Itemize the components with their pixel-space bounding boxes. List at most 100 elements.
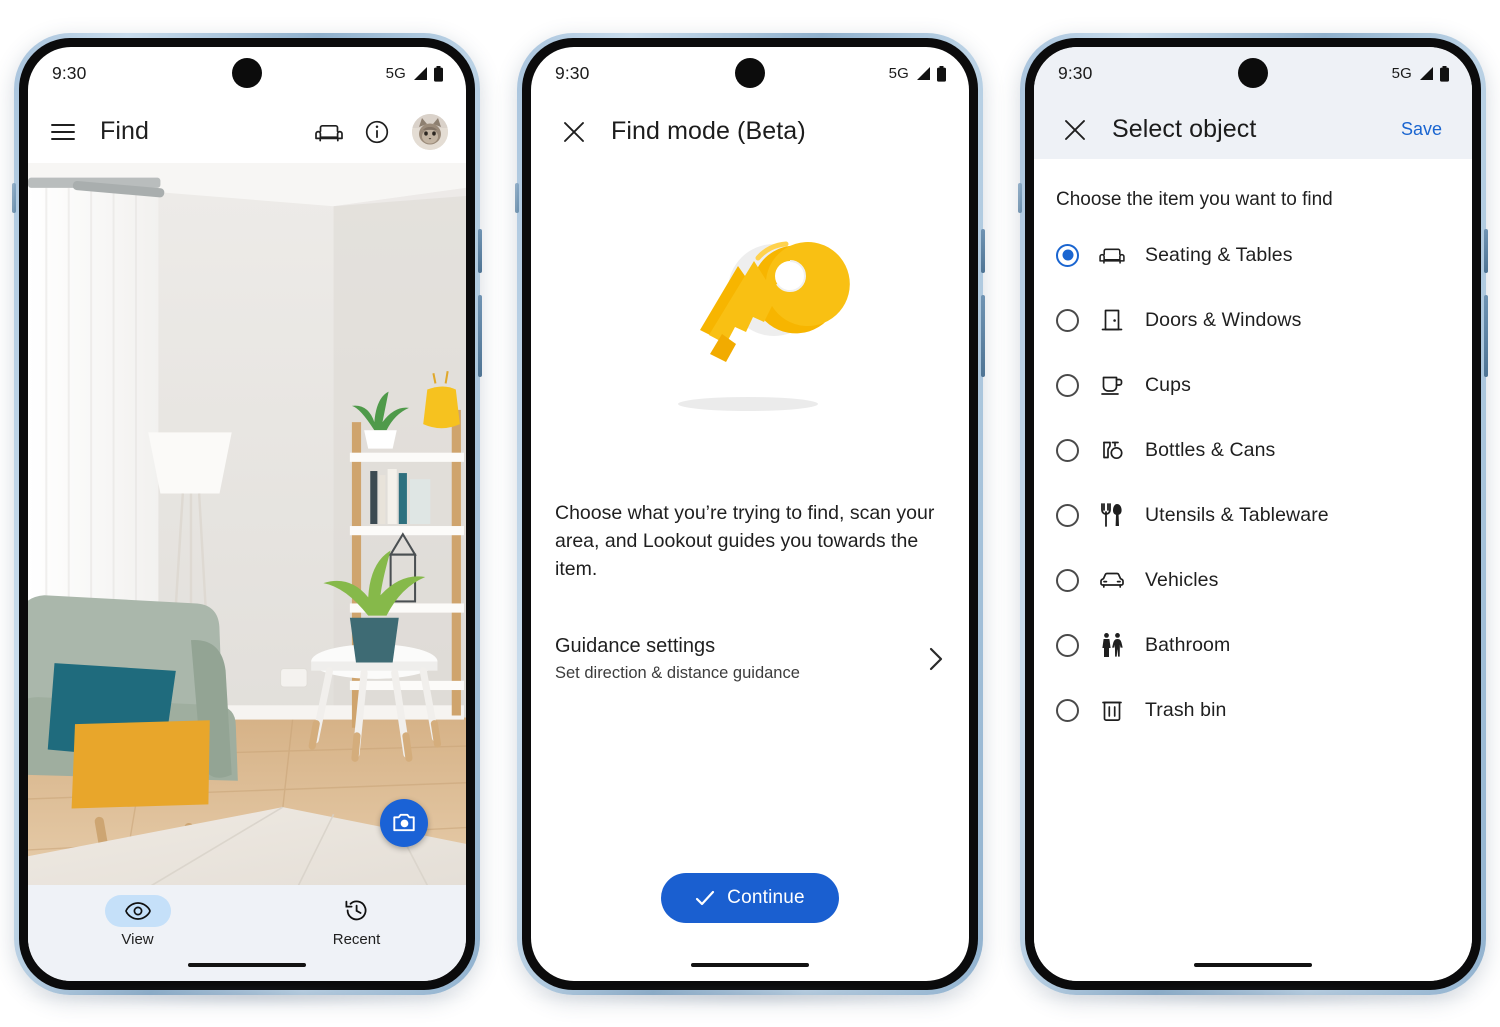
radio-trash-bin[interactable] <box>1056 698 1079 722</box>
three-phone-mockup: 9:30 5G Find View Recent 9:30 5G Find mo… <box>0 0 1500 1027</box>
phone1-status-bar: 9:30 5G <box>28 47 466 101</box>
guidance-settings-title: Guidance settings <box>555 634 716 657</box>
phone3-top-bar: Select object Save <box>1034 100 1472 159</box>
option-row-vehicles[interactable]: Vehicles <box>1034 548 1472 613</box>
phone2-volume-button[interactable] <box>981 294 985 377</box>
phone3-volume-button[interactable] <box>1484 294 1488 377</box>
phone1-volume-button[interactable] <box>478 294 482 377</box>
battery-full-icon <box>1439 65 1450 82</box>
phone3-status-bar: 9:30 5G <box>1034 46 1472 101</box>
option-row-utensils-tableware[interactable]: Utensils & Tableware <box>1034 483 1472 548</box>
status-right-cluster: 5G <box>1392 65 1450 82</box>
radio-utensils-tableware[interactable] <box>1056 503 1079 527</box>
camera-punch-hole <box>1238 57 1268 88</box>
page-title: Find <box>100 117 150 145</box>
camera-punch-hole <box>232 57 262 88</box>
phone1-screen: 9:30 5G Find View Recent <box>28 46 466 981</box>
phone2-bezel: 9:30 5G Find mode (Beta) Choose what you… <box>522 37 978 990</box>
battery-full-icon <box>936 65 947 82</box>
hamburger-menu-icon[interactable] <box>46 115 80 149</box>
camera-capture-button[interactable] <box>380 798 428 847</box>
nav-pill-view <box>104 894 171 927</box>
phone3-screen: 9:30 5G Select object Save Choose the it… <box>1034 46 1472 981</box>
phone1-app-bar: Find <box>28 100 466 163</box>
radio-doors-windows[interactable] <box>1056 308 1079 332</box>
guidance-settings-row[interactable]: Guidance settings Set direction & distan… <box>553 635 947 683</box>
phone-1-find-viewfinder: 9:30 5G Find View Recent <box>12 32 482 995</box>
car-icon <box>1099 567 1125 593</box>
nav-item-recent[interactable]: Recent <box>247 895 466 948</box>
phone1-bezel: 9:30 5G Find View Recent <box>19 37 475 990</box>
guidance-settings-subtitle: Set direction & distance guidance <box>555 663 800 682</box>
history-icon <box>345 900 367 921</box>
keys-illustration <box>553 163 947 493</box>
radio-bottles-cans[interactable] <box>1056 438 1079 462</box>
option-label: Bottles & Cans <box>1145 438 1276 461</box>
phone3-content: Choose the item you want to find Seating… <box>1034 158 1472 981</box>
bottle-can-icon <box>1099 437 1125 463</box>
option-row-bathroom[interactable]: Bathroom <box>1034 613 1472 678</box>
radio-vehicles[interactable] <box>1056 568 1079 592</box>
option-label: Bathroom <box>1145 633 1231 656</box>
phone-2-find-mode: 9:30 5G Find mode (Beta) Choose what you… <box>515 32 985 995</box>
signal-bars-icon <box>1417 66 1434 81</box>
status-right-cluster: 5G <box>386 65 444 82</box>
close-x-icon[interactable] <box>1058 113 1092 147</box>
option-row-bottles-cans[interactable]: Bottles & Cans <box>1034 418 1472 483</box>
sofa-icon[interactable] <box>312 115 346 149</box>
option-label: Utensils & Tableware <box>1145 503 1329 526</box>
phone3-power-button[interactable] <box>1484 228 1488 273</box>
continue-button-label: Continue <box>727 886 805 908</box>
gesture-home-bar[interactable] <box>691 962 809 967</box>
instruction-text: Choose the item you want to find <box>1056 188 1333 210</box>
gesture-home-bar[interactable] <box>188 962 306 967</box>
option-label: Cups <box>1145 373 1191 396</box>
status-time: 9:30 <box>555 63 590 83</box>
option-row-doors-windows[interactable]: Doors & Windows <box>1034 288 1472 353</box>
guidance-settings-text: Guidance settings Set direction & distan… <box>555 635 927 683</box>
nav-label-view: View <box>121 930 154 948</box>
status-right-cluster: 5G <box>889 65 947 82</box>
phone2-content: Choose what you’re trying to find, scan … <box>531 163 969 861</box>
phone2-left-button[interactable] <box>515 182 519 213</box>
radio-bathroom[interactable] <box>1056 633 1079 657</box>
check-icon <box>695 890 715 906</box>
phone1-left-button[interactable] <box>12 182 16 213</box>
option-label: Trash bin <box>1145 698 1227 721</box>
camera-punch-hole <box>735 57 765 88</box>
phone3-bezel: 9:30 5G Select object Save Choose the it… <box>1025 37 1481 990</box>
nav-item-view[interactable]: View <box>28 894 247 948</box>
phone2-top-bar: Find mode (Beta) <box>531 100 969 163</box>
option-label: Vehicles <box>1145 568 1219 591</box>
option-row-seating-tables[interactable]: Seating & Tables <box>1034 223 1472 288</box>
camera-viewfinder[interactable] <box>28 162 466 885</box>
nav-pill-recent <box>324 895 390 927</box>
door-icon <box>1099 307 1125 333</box>
info-circle-icon[interactable] <box>360 115 394 149</box>
restroom-icon <box>1099 632 1125 658</box>
close-x-icon[interactable] <box>557 115 591 149</box>
radio-cups[interactable] <box>1056 373 1079 397</box>
option-row-cups[interactable]: Cups <box>1034 353 1472 418</box>
option-label: Seating & Tables <box>1145 243 1293 266</box>
find-mode-description: Choose what you’re trying to find, scan … <box>555 501 935 580</box>
radio-seating-tables[interactable] <box>1056 243 1079 267</box>
option-row-trash-bin[interactable]: Trash bin <box>1034 678 1472 743</box>
phone1-power-button[interactable] <box>478 228 482 273</box>
phone2-screen: 9:30 5G Find mode (Beta) Choose what you… <box>531 46 969 981</box>
screen-title: Select object <box>1112 115 1257 143</box>
gesture-home-bar[interactable] <box>1194 962 1312 967</box>
nav-label-recent: Recent <box>332 930 381 948</box>
trash-icon <box>1099 697 1125 723</box>
continue-button[interactable]: Continue <box>661 872 839 923</box>
cup-icon <box>1099 372 1125 398</box>
sofa-icon <box>1099 242 1125 268</box>
chevron-right-icon <box>927 645 945 673</box>
save-button[interactable]: Save <box>1395 118 1448 141</box>
phone2-power-button[interactable] <box>981 228 985 273</box>
cat-avatar[interactable] <box>412 113 448 150</box>
network-label: 5G <box>888 65 909 82</box>
eye-icon <box>124 901 151 920</box>
option-label: Doors & Windows <box>1145 308 1302 331</box>
phone3-left-button[interactable] <box>1018 182 1022 213</box>
